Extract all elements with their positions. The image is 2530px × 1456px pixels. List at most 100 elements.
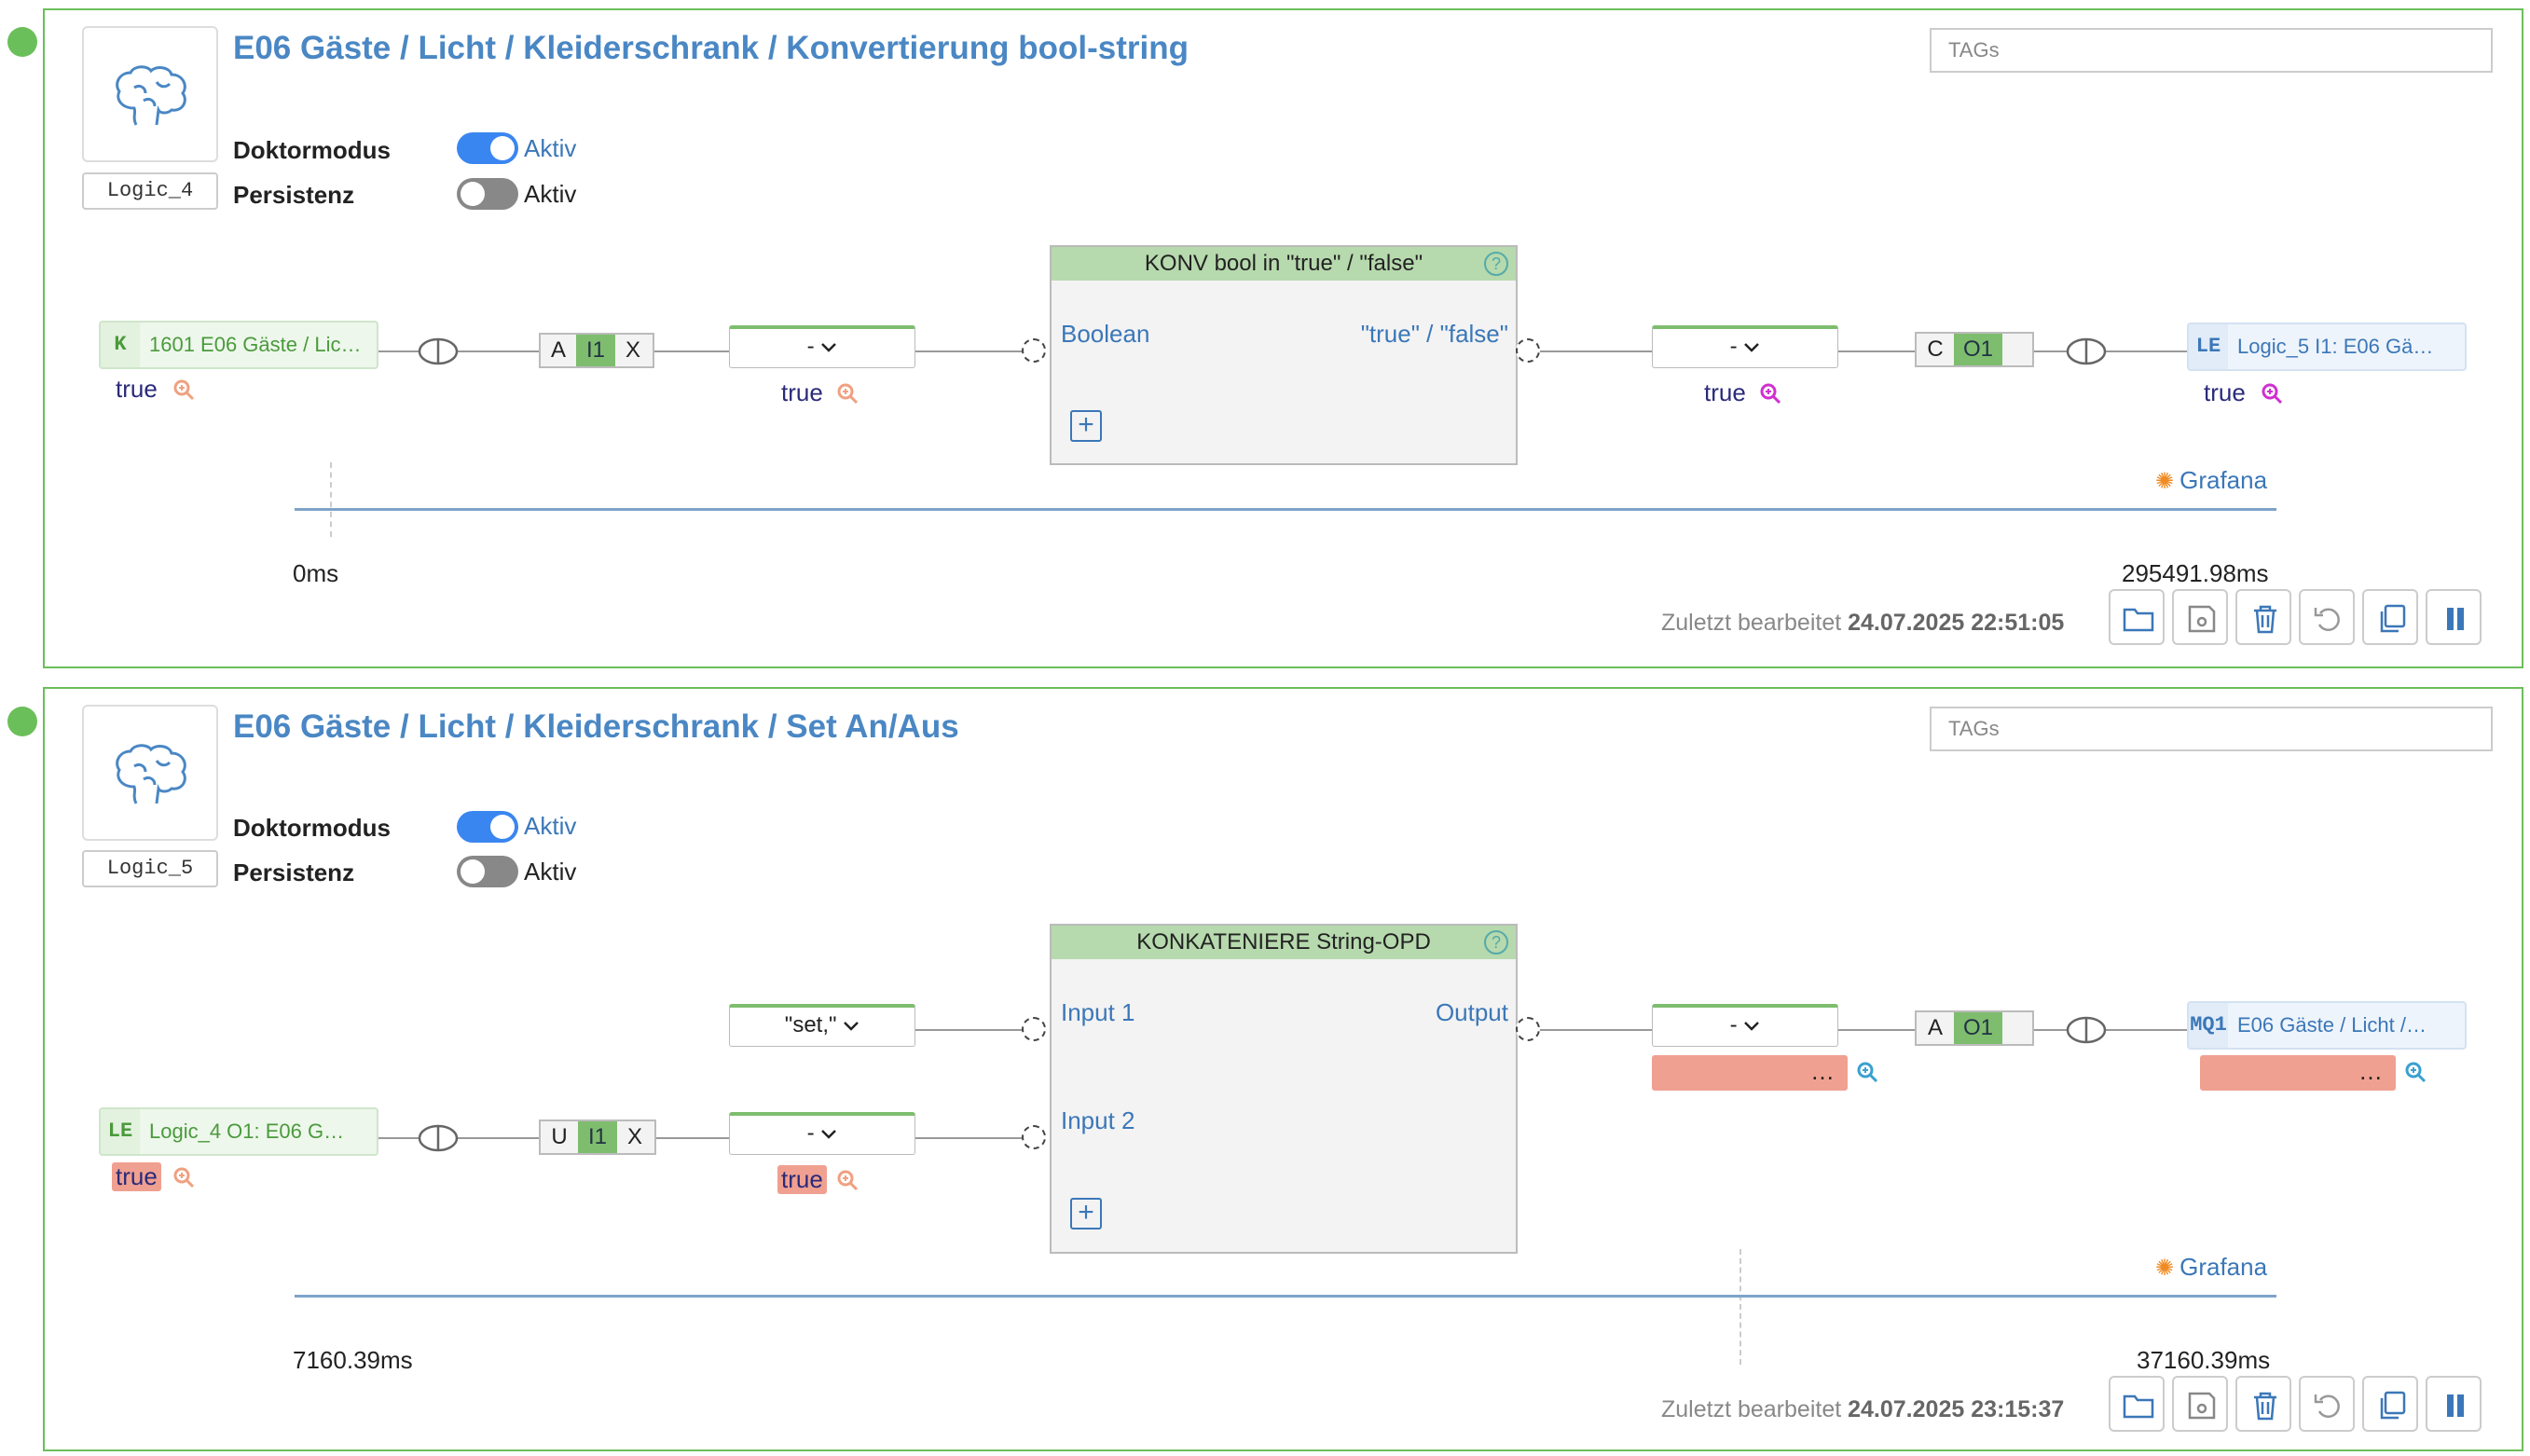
status-indicator (7, 707, 37, 736)
block-output-port[interactable] (1516, 1017, 1540, 1041)
constant-select[interactable]: "set," (729, 1004, 915, 1047)
output-trigger[interactable]: C O1 (1915, 332, 2034, 367)
block-output-port[interactable] (1516, 338, 1540, 363)
tags-input[interactable]: TAGs (1930, 707, 2493, 751)
save-button[interactable] (2172, 589, 2228, 645)
pause-button[interactable] (2426, 589, 2482, 645)
tags-input[interactable]: TAGs (1930, 28, 2493, 73)
magnifier-icon[interactable] (1855, 1060, 1879, 1084)
input-node-value: true (116, 375, 158, 403)
plug-icon[interactable] (418, 1124, 459, 1152)
logic-id: Logic_5 (82, 850, 218, 887)
logic-id: Logic_4 (82, 172, 218, 210)
save-button[interactable] (2172, 1376, 2228, 1432)
chevron-down-icon (821, 343, 837, 352)
trigger-remove[interactable]: X (617, 1121, 653, 1153)
magnifier-icon[interactable] (835, 381, 859, 405)
last-edited: Zuletzt bearbeitet 24.07.2025 23:15:37 (1661, 1396, 2065, 1422)
plug-icon[interactable] (2066, 337, 2107, 365)
plug-icon[interactable] (418, 337, 459, 365)
trigger-mode[interactable]: U (541, 1121, 578, 1153)
logic-block: KONKATENIERE String-OPD? Input 1 Input 2… (1050, 924, 1518, 1254)
persistence-state: Aktiv (524, 858, 577, 886)
wire (914, 1029, 1038, 1031)
block-input-port[interactable] (1022, 1125, 1046, 1149)
time-end: 295491.98ms (2122, 559, 2269, 587)
block-input-port[interactable] (1022, 338, 1046, 363)
open-button[interactable] (2109, 1376, 2165, 1432)
trigger-port: O1 (1954, 334, 2002, 365)
timeline-marker (1739, 1249, 1741, 1365)
block-input-port[interactable] (1022, 1017, 1046, 1041)
delete-button[interactable] (2235, 589, 2291, 645)
help-icon[interactable]: ? (1484, 930, 1508, 955)
logic-logo (82, 26, 218, 162)
logic-title[interactable]: E06 Gäste / Licht / Kleiderschrank / Set… (233, 708, 959, 746)
add-input-button[interactable]: + (1070, 1198, 1102, 1229)
undo-button[interactable] (2299, 589, 2355, 645)
add-input-button[interactable]: + (1070, 410, 1102, 442)
magnifier-icon[interactable] (172, 378, 196, 402)
output-node[interactable]: MQ1 E06 Gäste / Licht /… (2187, 1001, 2467, 1050)
magnifier-icon[interactable] (172, 1165, 196, 1189)
input-node[interactable]: K 1601 E06 Gäste / Lic… (99, 321, 378, 369)
chevron-down-icon (1744, 343, 1760, 352)
block-output-label: "true" / "false" (1360, 320, 1508, 348)
input-trigger[interactable]: U I1 X (539, 1119, 656, 1155)
persistence-label: Persistenz (233, 181, 355, 209)
time-start: 0ms (293, 559, 339, 587)
block-title: KONV bool in "true" / "false" (1144, 251, 1423, 276)
chevron-down-icon (821, 1130, 837, 1139)
persistence-toggle[interactable] (457, 856, 518, 887)
input-node-value: true (112, 1162, 161, 1191)
logic-logo (82, 705, 218, 841)
output-node[interactable]: LE Logic_5 I1: E06 Gä… (2187, 323, 2467, 371)
output-select[interactable]: - (1652, 325, 1838, 368)
copy-button[interactable] (2362, 1376, 2418, 1432)
pause-icon (2447, 1394, 2464, 1417)
copy-button[interactable] (2362, 589, 2418, 645)
status-indicator (7, 27, 37, 57)
trigger-remove[interactable]: X (615, 335, 651, 366)
undo-icon (2314, 1394, 2340, 1418)
grafana-icon: ✺ (2155, 1256, 2175, 1281)
trigger-mode[interactable]: C (1917, 334, 1954, 365)
undo-button[interactable] (2299, 1376, 2355, 1432)
delete-button[interactable] (2235, 1376, 2291, 1432)
doctor-mode-toggle[interactable] (457, 132, 518, 164)
output-trigger[interactable]: A O1 (1915, 1010, 2034, 1046)
wire (377, 350, 1038, 352)
trigger-mode[interactable]: A (1917, 1012, 1954, 1044)
grafana-link[interactable]: ✺ Grafana (2155, 466, 2267, 495)
pause-icon (2447, 608, 2464, 630)
open-button[interactable] (2109, 589, 2165, 645)
pause-button[interactable] (2426, 1376, 2482, 1432)
persistence-toggle[interactable] (457, 178, 518, 210)
input-select[interactable]: - (729, 1112, 915, 1155)
doctor-mode-toggle[interactable] (457, 811, 518, 843)
block-input-label: Boolean (1061, 320, 1150, 348)
logic-title[interactable]: E06 Gäste / Licht / Kleiderschrank / Kon… (233, 30, 1189, 67)
folder-icon (2123, 608, 2154, 632)
magnifier-icon[interactable] (1758, 381, 1782, 405)
grafana-link[interactable]: ✺ Grafana (2155, 1253, 2267, 1282)
output-node-value: … (2200, 1055, 2396, 1091)
trash-icon (2254, 605, 2276, 634)
output-select[interactable]: - (1652, 1004, 1838, 1047)
doctor-mode-label: Doktormodus (233, 136, 391, 164)
input-trigger[interactable]: A I1 X (539, 333, 654, 368)
output-select-value: true (1704, 378, 1746, 406)
input-node[interactable]: LE Logic_4 O1: E06 G… (99, 1107, 378, 1156)
input-select[interactable]: - (729, 325, 915, 368)
plug-icon[interactable] (2066, 1016, 2107, 1044)
magnifier-icon[interactable] (2403, 1060, 2427, 1084)
trigger-port: O1 (1954, 1012, 2002, 1044)
trigger-mode[interactable]: A (541, 335, 576, 366)
block-input-label: Input 1 (1061, 998, 1135, 1026)
input-select-value: true (777, 1165, 827, 1194)
magnifier-icon[interactable] (835, 1168, 859, 1192)
chevron-down-icon (1744, 1022, 1760, 1031)
timeline (295, 508, 2276, 511)
help-icon[interactable]: ? (1484, 252, 1508, 276)
magnifier-icon[interactable] (2260, 381, 2284, 405)
